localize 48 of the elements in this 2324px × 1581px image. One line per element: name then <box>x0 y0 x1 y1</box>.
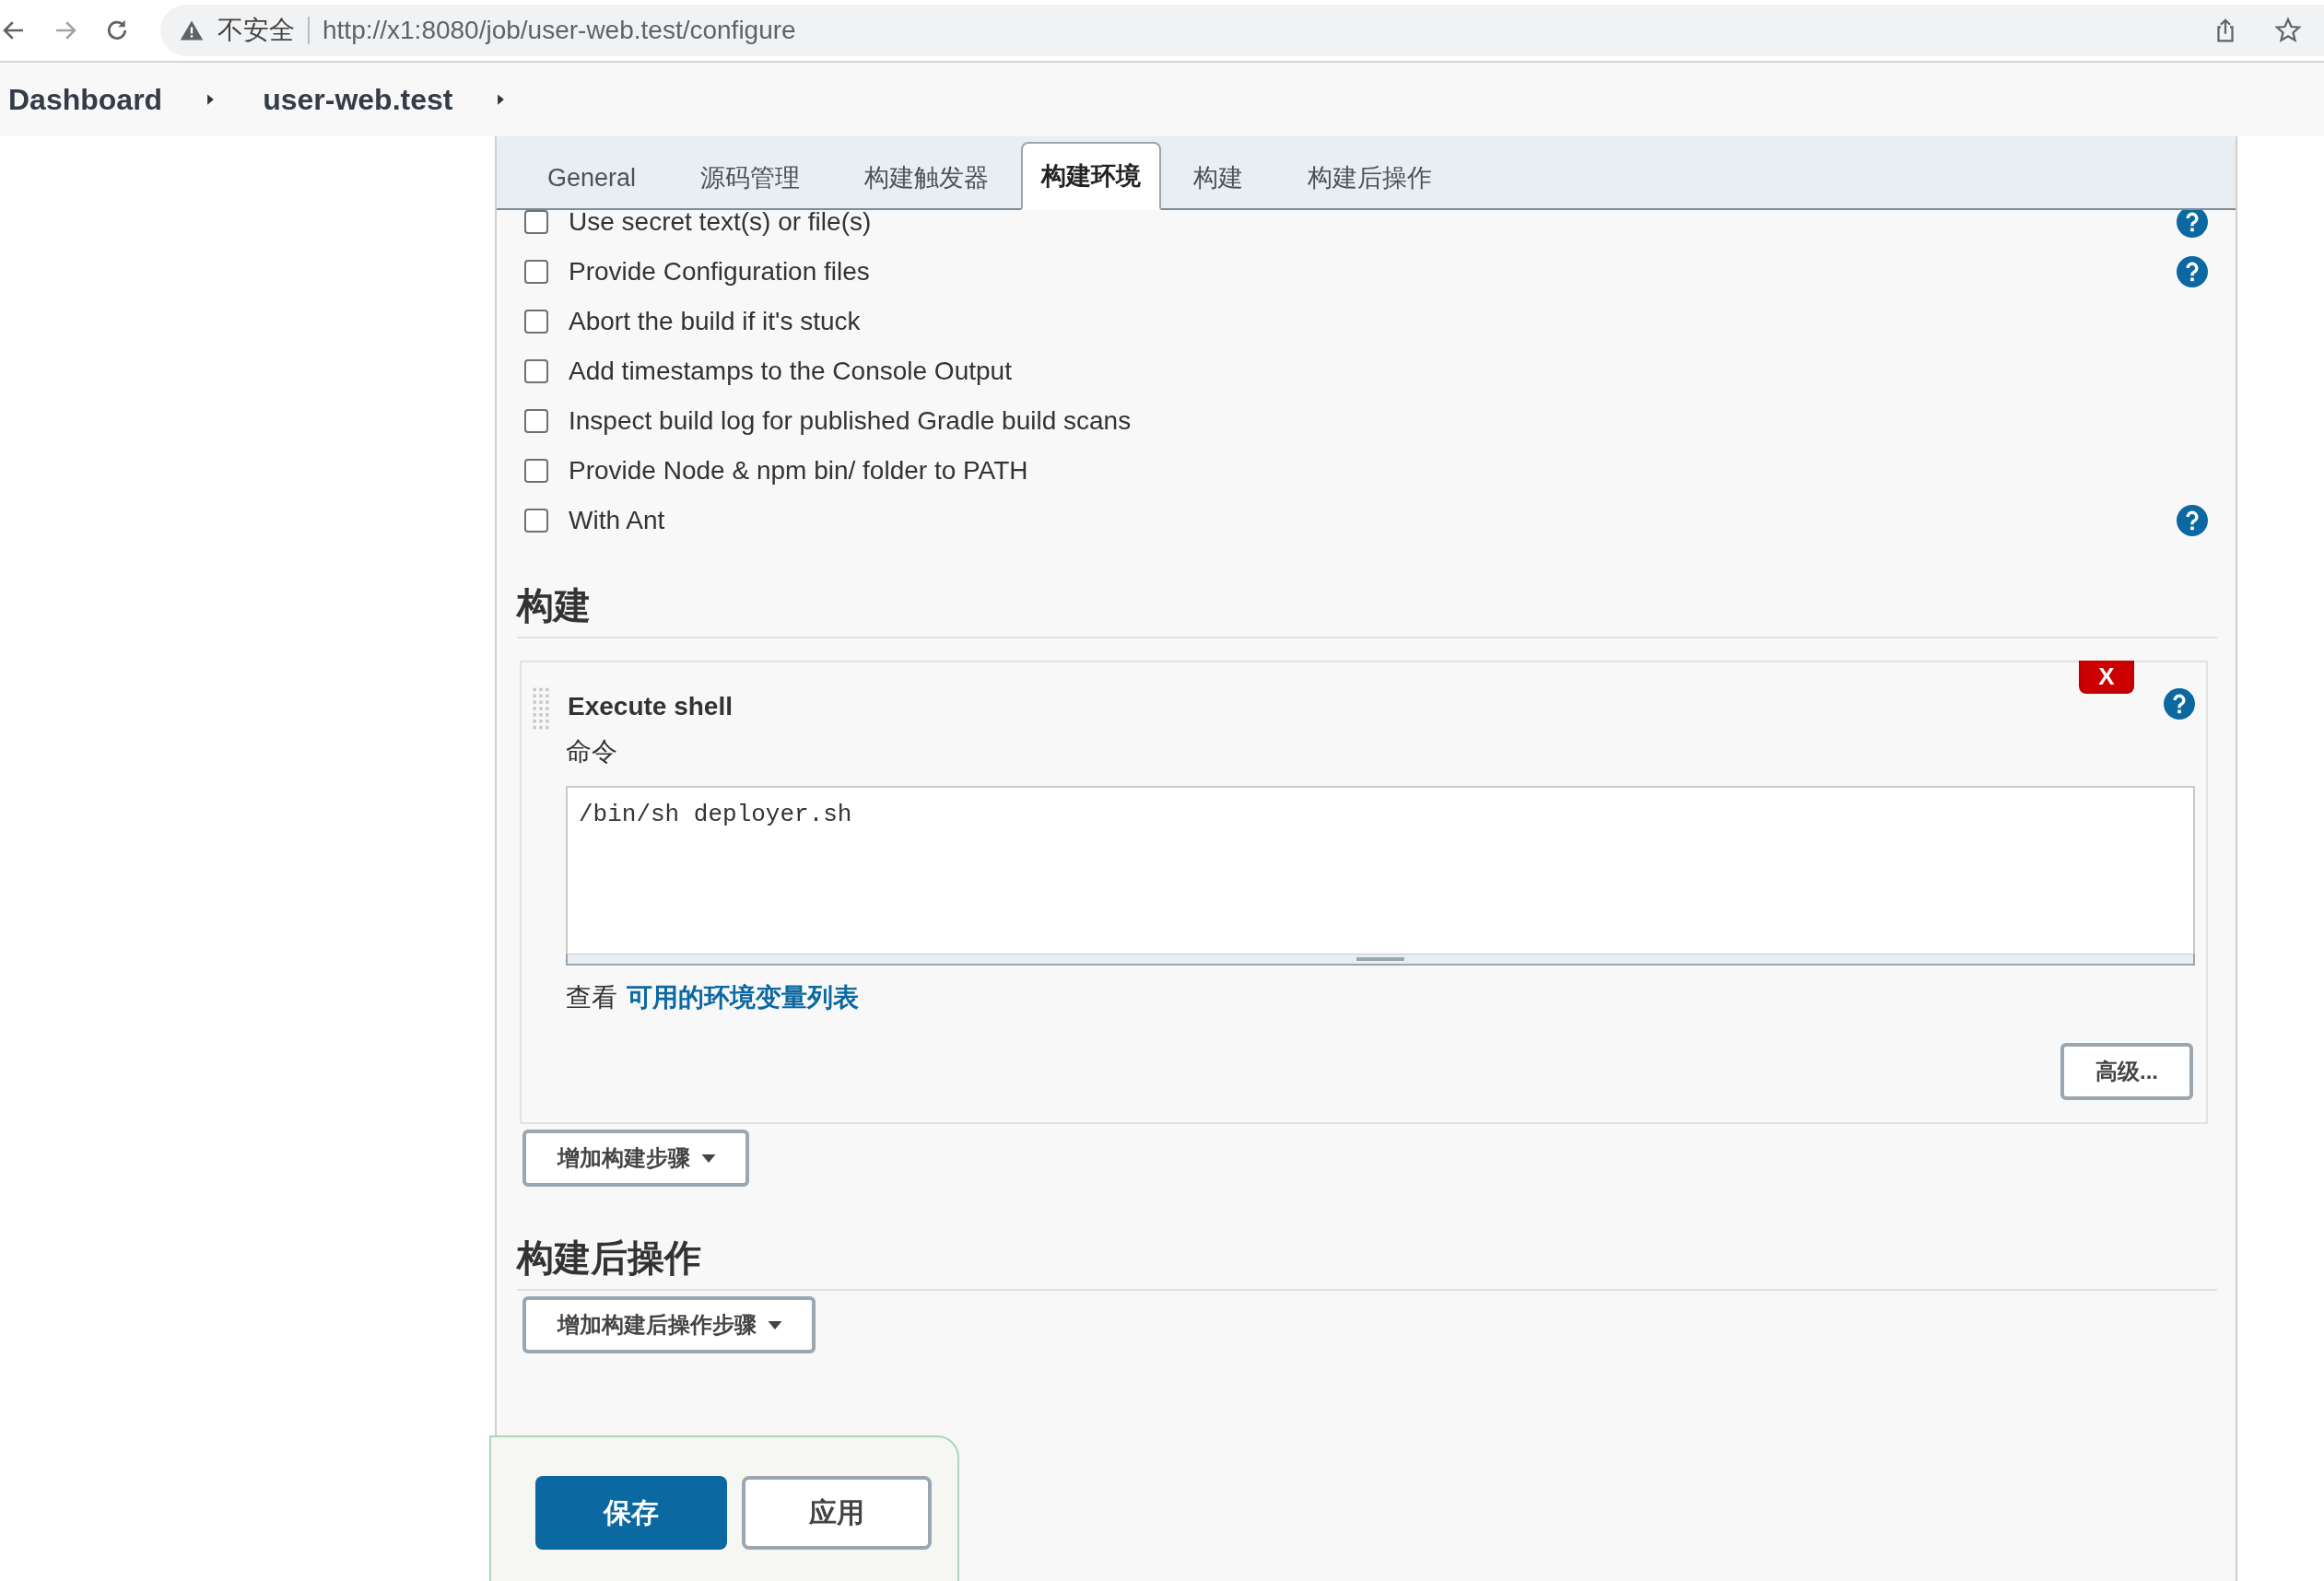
apply-button[interactable]: 应用 <box>742 1476 932 1550</box>
checkbox[interactable] <box>524 409 548 433</box>
field-label: 命令 <box>566 736 618 767</box>
caret-icon <box>768 1320 782 1329</box>
section-heading: 构建后操作 <box>517 1233 2217 1291</box>
address-bar[interactable]: 不安全 http://x1:8080/job/user-web.test/configure <box>160 5 2324 56</box>
url-text: http://x1:8080/job/user-web.test/configure <box>323 16 796 45</box>
option-label: Provide Node & npm bin/ folder to PATH <box>569 456 1028 486</box>
tab[interactable]: 构建后操作 <box>1275 144 1465 210</box>
breadcrumb-link[interactable]: user-web.test <box>263 82 453 117</box>
tab[interactable]: General <box>515 144 669 210</box>
option-label: Abort the build if it's stuck <box>569 307 861 336</box>
advanced-button[interactable]: 高级... <box>2060 1043 2193 1100</box>
help-icon[interactable] <box>2164 688 2195 720</box>
option-label: With Ant <box>569 506 665 535</box>
delete-button[interactable]: X <box>2079 661 2134 694</box>
option-label: Provide Configuration files <box>569 257 870 287</box>
help-icon[interactable] <box>2177 505 2208 536</box>
section-heading: 构建 <box>517 580 2217 638</box>
help-icon[interactable] <box>2177 256 2208 287</box>
tab[interactable]: 构建触发器 <box>832 144 1022 210</box>
env-vars-link[interactable]: 可用的环境变量列表 <box>627 980 859 1015</box>
option-label: Use secret text(s) or file(s) <box>569 207 872 237</box>
save-button[interactable]: 保存 <box>535 1476 727 1550</box>
drag-handle-icon[interactable] <box>531 686 551 731</box>
security-label: 不安全 <box>217 15 295 46</box>
caret-icon[interactable] <box>497 93 506 106</box>
caret-icon[interactable] <box>206 93 216 106</box>
add-post-build-step-button[interactable]: 增加构建后操作步骤 <box>522 1296 816 1353</box>
add-build-step-button[interactable]: 增加构建步骤 <box>522 1130 749 1187</box>
checkbox[interactable] <box>524 509 548 533</box>
tab[interactable]: 构建环境 <box>1021 142 1162 210</box>
checkbox[interactable] <box>524 260 548 284</box>
checkbox[interactable] <box>524 359 548 383</box>
resize-handle[interactable] <box>566 954 2195 966</box>
tab[interactable]: 构建 <box>1161 144 1276 210</box>
caret-icon <box>701 1154 716 1163</box>
hint-text: 查看 <box>566 982 617 1013</box>
command-field[interactable]: /bin/sh deployer.sh <box>566 786 2195 954</box>
step-title: Execute shell <box>568 692 733 721</box>
option-label: Add timestamps to the Console Output <box>569 357 1012 386</box>
checkbox[interactable] <box>524 310 548 334</box>
option-label: Inspect build log for published Gradle build scans <box>569 406 1132 436</box>
checkbox[interactable] <box>524 210 548 234</box>
tab[interactable]: 源码管理 <box>668 144 833 210</box>
star-icon[interactable] <box>2274 17 2302 44</box>
breadcrumb-link[interactable]: Dashboard <box>8 82 163 117</box>
checkbox[interactable] <box>524 459 548 483</box>
